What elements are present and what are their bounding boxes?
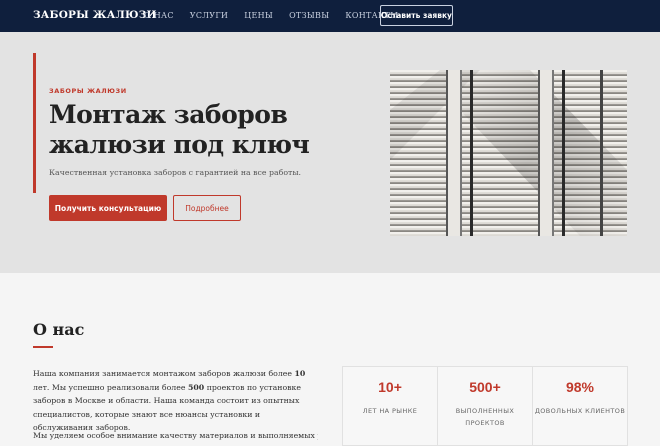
about-projects-highlight: 500	[187, 382, 205, 392]
about-text-part: Наша компания занимается монтажом заборо…	[33, 369, 295, 378]
hero-subtitle: Качественная установка заборов с гаранти…	[49, 168, 302, 177]
stat-label: ЛЕТ НА РЫНКЕ	[362, 407, 418, 415]
stat-card-projects: 500+ ВЫПОЛНЕННЫХ ПРОЕКТОВ	[437, 366, 533, 446]
fence-image	[390, 70, 627, 236]
about-title: О нас	[33, 320, 85, 339]
request-button[interactable]: Оставить заявку	[380, 5, 453, 26]
stat-value: 500+	[469, 379, 501, 395]
about-title-underline	[33, 346, 53, 348]
stat-value: 10+	[378, 379, 402, 395]
nav-link-about[interactable]: О НАС	[144, 11, 174, 20]
stat-value: 98%	[565, 379, 595, 395]
stat-label: ВЫПОЛНЕННЫХ ПРОЕКТОВ	[455, 407, 515, 427]
about-paragraph: Наша компания занимается монтажом заборо…	[33, 367, 318, 435]
hero-kicker: ЗАБОРЫ ЖАЛЮЗИ	[49, 87, 127, 95]
fence-illustration	[390, 70, 627, 236]
stats-grid: 10+ ЛЕТ НА РЫНКЕ 500+ ВЫПОЛНЕННЫХ ПРОЕКТ…	[342, 366, 628, 446]
nav-link-services[interactable]: УСЛУГИ	[190, 11, 228, 20]
more-button[interactable]: Подробнее	[173, 195, 241, 221]
stat-label: ДОВОЛЬНЫХ КЛИЕНТОВ	[534, 407, 626, 415]
about-text-part: лет. Мы успешно реализовали более	[33, 382, 188, 392]
about-paragraph-2: Мы уделяем особое внимание качеству мате…	[33, 431, 318, 440]
hero-title: Монтаж заборов жалюзи под ключ	[49, 100, 310, 159]
top-navbar: ЗАБОРЫ ЖАЛЮЗИ О НАС УСЛУГИ ЦЕНЫ ОТЗЫВЫ К…	[0, 0, 660, 32]
nav-link-prices[interactable]: ЦЕНЫ	[244, 11, 273, 20]
stat-card-clients: 98% ДОВОЛЬНЫХ КЛИЕНТОВ	[532, 366, 628, 446]
brand-logo[interactable]: ЗАБОРЫ ЖАЛЮЗИ	[33, 9, 157, 21]
nav-links: О НАС УСЛУГИ ЦЕНЫ ОТЗЫВЫ КОНТАКТЫ	[144, 11, 414, 20]
consultation-button[interactable]: Получить консультацию	[49, 195, 167, 221]
nav-link-reviews[interactable]: ОТЗЫВЫ	[289, 11, 329, 20]
about-years-highlight: 10	[294, 369, 306, 378]
stat-card-years: 10+ ЛЕТ НА РЫНКЕ	[342, 366, 438, 446]
